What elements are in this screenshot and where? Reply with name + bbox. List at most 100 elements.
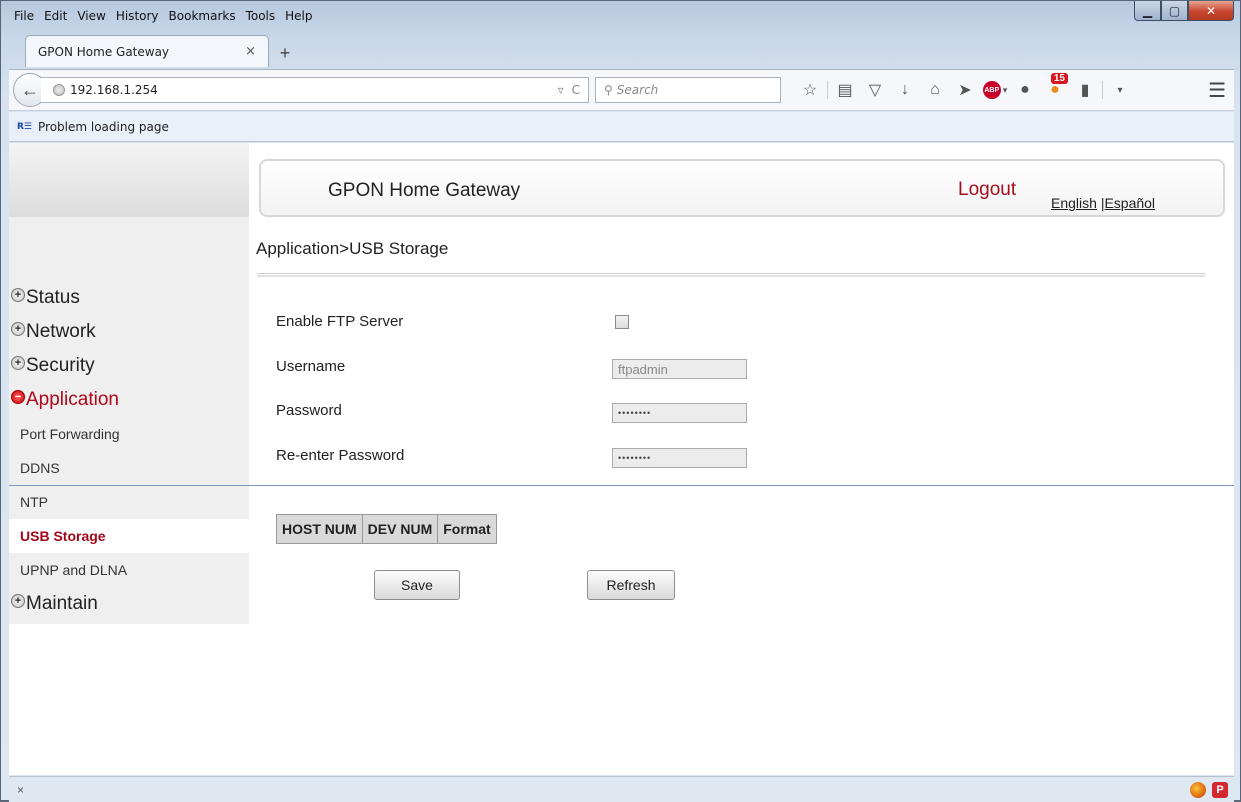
password-label: Password <box>276 402 342 419</box>
browser-window: File Edit View History Bookmarks Tools H… <box>0 0 1241 802</box>
window-controls: ▁ ▢ ✕ <box>1134 1 1234 21</box>
column-host-num: HOST NUM <box>276 514 363 544</box>
sidebar-item-security[interactable]: + Security <box>9 349 249 383</box>
firefox-icon[interactable] <box>1190 781 1206 798</box>
overflow-chevron-icon[interactable]: ▾ <box>1105 77 1135 103</box>
bookmarks-bar: R☰ Problem loading page <box>9 112 1234 142</box>
reading-list-icon[interactable]: ▤ <box>830 77 860 103</box>
sidebar-subitem-upnp-dlna[interactable]: UPNP and DLNA <box>9 553 249 587</box>
collapse-icon: − <box>11 390 25 404</box>
sidebar-item-application[interactable]: − Application <box>9 383 249 417</box>
menu-bookmarks[interactable]: Bookmarks <box>164 7 241 27</box>
username-field[interactable]: ftpadmin <box>612 359 747 379</box>
toolbar: ☆ ▤ ▽ ↓ ⌂ ➤ ABP ▾ ● ● 15 ▮ ▾ <box>795 73 1135 103</box>
username-label: Username <box>276 358 346 375</box>
dropdown-arrow-icon[interactable]: ▿ <box>558 83 564 97</box>
pocket-icon[interactable]: ▽ <box>860 77 890 103</box>
logout-link[interactable]: Logout <box>958 179 1016 201</box>
divider <box>257 273 1205 277</box>
lang-spanish-link[interactable]: Español <box>1104 195 1155 211</box>
new-tab-button[interactable]: + <box>269 39 301 67</box>
sidebar-item-network[interactable]: + Network <box>9 315 249 349</box>
save-button[interactable]: Save <box>374 570 460 600</box>
notification-badge: 15 <box>1050 73 1068 84</box>
page-header: GPON Home Gateway Logout English |Españo… <box>259 159 1225 217</box>
toolbar-separator <box>827 81 828 99</box>
main-panel: GPON Home Gateway Logout English |Españo… <box>9 143 1234 775</box>
minimize-button[interactable]: ▁ <box>1134 1 1161 21</box>
star-icon[interactable]: ☆ <box>795 77 825 103</box>
hamburger-menu-icon[interactable]: ☰ <box>1208 78 1226 103</box>
tab-title: GPON Home Gateway <box>38 44 170 59</box>
expand-icon: + <box>11 594 25 608</box>
home-icon[interactable]: ⌂ <box>920 77 950 103</box>
pinterest-icon[interactable]: P <box>1212 781 1228 798</box>
refresh-button[interactable]: Refresh <box>587 570 675 600</box>
send-icon[interactable]: ➤ <box>950 77 980 103</box>
sidebar-item-label: Security <box>26 355 95 376</box>
reenter-password-field[interactable]: •••••••• <box>612 448 747 468</box>
sidebar-item-status[interactable]: + Status <box>9 281 249 315</box>
search-placeholder: Search <box>616 83 659 97</box>
reload-icon[interactable]: C <box>572 83 580 97</box>
sidebar-item-label: Application <box>26 389 119 410</box>
expand-icon: + <box>11 322 25 336</box>
language-switcher: English |Español <box>1051 195 1155 211</box>
sidebar-item-maintain[interactable]: + Maintain <box>9 587 249 621</box>
notification-button[interactable]: ● 15 <box>1040 73 1070 103</box>
search-icon: ⚲ <box>604 83 613 97</box>
back-arrow-icon: ← <box>21 79 39 100</box>
menu-tools[interactable]: Tools <box>241 7 281 27</box>
sidebar-subitem-usb-storage[interactable]: USB Storage <box>9 519 249 553</box>
clipboard-icon[interactable]: ▮ <box>1070 77 1100 103</box>
menu-view[interactable]: View <box>72 7 110 27</box>
adblock-dropdown-icon: ▾ <box>1002 84 1008 95</box>
sidebar: + Status + Network + Security − Applicat… <box>9 143 249 624</box>
tab-strip: GPON Home Gateway × + <box>25 35 301 67</box>
enable-ftp-checkbox[interactable] <box>615 315 629 329</box>
menu-help[interactable]: Help <box>280 7 317 27</box>
column-dev-num: DEV NUM <box>361 514 439 544</box>
page-title: GPON Home Gateway <box>328 180 521 201</box>
sidebar-nav: + Status + Network + Security − Applicat… <box>9 281 249 621</box>
password-field[interactable]: •••••••• <box>612 403 747 423</box>
maximize-button[interactable]: ▢ <box>1161 1 1188 21</box>
menu-edit[interactable]: Edit <box>39 7 72 27</box>
close-window-button[interactable]: ✕ <box>1188 1 1234 21</box>
adblock-button[interactable]: ABP ▾ <box>980 77 1010 103</box>
chat-icon[interactable]: ● <box>1010 77 1040 103</box>
sidebar-header <box>9 143 249 217</box>
enable-ftp-label: Enable FTP Server <box>276 313 404 330</box>
status-bar: × P <box>9 776 1234 802</box>
reenter-password-label: Re-enter Password <box>276 447 405 464</box>
menu-history[interactable]: History <box>111 7 164 27</box>
sidebar-subitem-ddns[interactable]: DDNS <box>9 451 249 485</box>
navigation-bar: ← 192.168.1.254 ▿ C ⚲ Search ☆ ▤ ▽ ↓ ⌂ ➤… <box>9 69 1234 111</box>
expand-icon: + <box>11 288 25 302</box>
tab-gpon-home-gateway[interactable]: GPON Home Gateway × <box>25 35 269 67</box>
lang-english-link[interactable]: English <box>1051 195 1097 211</box>
tab-close-icon[interactable]: × <box>245 44 256 59</box>
adblock-icon: ABP <box>982 81 1001 99</box>
sidebar-subitem-ntp[interactable]: NTP <box>9 485 249 519</box>
bookmark-favicon-icon: R☰ <box>15 120 34 133</box>
table-header-row: HOST NUM DEV NUM Format <box>276 514 497 544</box>
column-format: Format <box>437 514 497 544</box>
menu-file[interactable]: File <box>9 7 39 27</box>
menu-bar: File Edit View History Bookmarks Tools H… <box>9 7 318 27</box>
minimize-icon: ▁ <box>1142 3 1153 18</box>
toolbar-separator-2 <box>1102 81 1103 99</box>
search-input[interactable]: ⚲ Search <box>595 77 781 103</box>
sidebar-subitem-port-forwarding[interactable]: Port Forwarding <box>9 417 249 451</box>
download-icon[interactable]: ↓ <box>890 77 920 103</box>
maximize-icon: ▢ <box>1168 3 1181 18</box>
sidebar-item-label: Network <box>26 321 96 342</box>
breadcrumb: Application>USB Storage <box>256 239 449 258</box>
section-divider <box>9 485 1234 486</box>
url-bar[interactable]: 192.168.1.254 ▿ C <box>41 77 589 103</box>
status-close-icon[interactable]: × <box>17 783 24 797</box>
sidebar-item-label: Status <box>26 287 80 308</box>
usb-device-table: HOST NUM DEV NUM Format <box>276 514 497 544</box>
page-content: + Status + Network + Security − Applicat… <box>9 143 1234 775</box>
bookmark-item[interactable]: Problem loading page <box>38 120 169 134</box>
